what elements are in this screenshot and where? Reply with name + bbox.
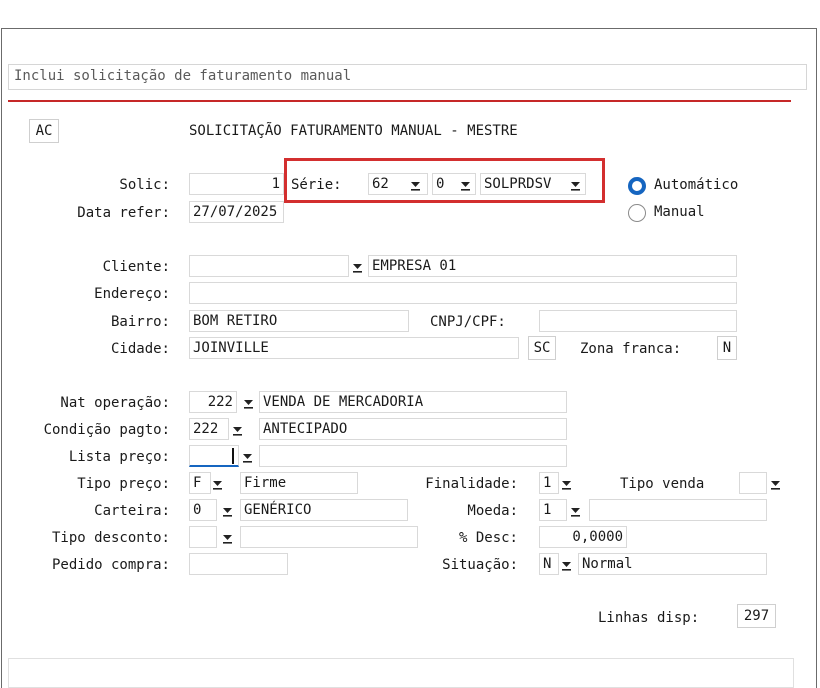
nat-operacao-desc-field: VENDA DE MERCADORIA [259,391,567,413]
tipo-desconto-desc-field [240,526,418,548]
moeda-label: Moeda: [467,503,518,519]
carteira-code-input[interactable]: 0 [189,499,217,521]
serie-value: 62 [372,176,389,192]
tipo-preco-code-input[interactable]: F [189,472,211,494]
zona-franca-label: Zona franca: [580,341,682,357]
solic-input[interactable]: 1 [189,173,284,195]
situacao-dropdown-icon[interactable] [559,554,573,574]
carteira-desc-field: GENÉRICO [240,499,408,521]
tipo-preco-dropdown-icon[interactable] [210,473,224,493]
desc-pct-input[interactable]: 0,0000 [539,526,627,548]
tipo-preco-label: Tipo preço: [77,476,170,492]
finalidade-label: Finalidade: [425,476,518,492]
command-separator [8,100,784,102]
nat-operacao-code-input[interactable]: 222 [189,391,237,413]
uf-field: SC [528,336,556,360]
pedido-compra-label: Pedido compra: [51,557,170,573]
nat-operacao-dropdown-icon[interactable] [241,392,255,412]
finalidade-dropdown-icon[interactable] [559,473,573,493]
data-refer-label: Data refer: [77,205,170,221]
page-title: SOLICITAÇÃO FATURAMENTO MANUAL - MESTRE [189,123,518,139]
moeda-desc-field [589,499,767,521]
pedido-compra-input[interactable] [189,553,288,575]
desc-pct-label: % Desc: [458,530,518,546]
situacao-label: Situação: [442,557,518,573]
data-refer-input[interactable]: 27/07/2025 [189,201,284,223]
bairro-field: BOM RETIRO [189,310,409,332]
command-separator-mark [783,100,791,102]
radio-automatico[interactable] [628,177,646,195]
cnpj-label: CNPJ/CPF: [430,314,506,330]
finalidade-input[interactable]: 1 [539,472,559,494]
ac-button[interactable]: AC [29,119,59,143]
lista-preco-desc-field [259,445,567,467]
cliente-dropdown-icon[interactable] [350,256,364,276]
situacao-code-input[interactable]: N [539,553,559,575]
carteira-dropdown-icon[interactable] [220,500,234,520]
cidade-label: Cidade: [110,341,170,357]
tipo-venda-label: Tipo venda [620,476,705,492]
command-input[interactable]: Inclui solicitação de faturamento manual [8,64,807,90]
condicao-pagto-code-input[interactable]: 222 [189,418,229,440]
cliente-code-input[interactable] [189,255,349,277]
tipo-desconto-code-input[interactable] [189,526,217,548]
serie-code-dropdown-icon[interactable] [568,174,582,194]
carteira-label: Carteira: [94,503,170,519]
serie-sub-dropdown-icon[interactable] [458,174,472,194]
serie-sub-value: 0 [436,176,445,192]
situacao-desc-field: Normal [578,553,767,575]
tipo-desconto-label: Tipo desconto: [51,530,170,546]
cidade-field: JOINVILLE [189,337,519,359]
cliente-label: Cliente: [102,259,170,275]
radio-manual-label: Manual [654,204,705,220]
moeda-input[interactable]: 1 [539,499,567,521]
bottom-panel [8,658,794,688]
tipo-venda-dropdown-icon[interactable] [768,473,782,493]
serie-code-value: SOLPRDSV [484,176,552,192]
nat-operacao-label: Nat operação: [60,395,170,411]
tipo-preco-desc-field: Firme [240,472,358,494]
serie-label: Série: [291,177,342,193]
serie-dropdown-icon[interactable] [408,174,422,194]
lista-preco-label: Lista preço: [68,449,170,465]
text-cursor [232,448,234,464]
endereco-label: Endereço: [94,286,170,302]
linhas-disp-label: Linhas disp: [598,610,700,626]
condicao-pagto-dropdown-icon[interactable] [230,419,244,439]
condicao-pagto-label: Condição pagto: [43,422,170,438]
endereco-field [189,282,737,304]
cliente-name-field: EMPRESA 01 [368,255,737,277]
linhas-disp-field: 297 [737,604,776,628]
tipo-desconto-dropdown-icon[interactable] [220,527,234,547]
zona-franca-field: N [717,336,737,360]
bairro-label: Bairro: [110,314,170,330]
lista-preco-dropdown-icon[interactable] [240,446,254,466]
moeda-dropdown-icon[interactable] [568,500,582,520]
solic-label: Solic: [119,177,170,193]
condicao-pagto-desc-field: ANTECIPADO [259,418,567,440]
tipo-venda-input[interactable] [739,472,767,494]
cnpj-field [539,310,737,332]
radio-manual[interactable] [628,204,646,222]
radio-automatico-label: Automático [654,177,739,193]
